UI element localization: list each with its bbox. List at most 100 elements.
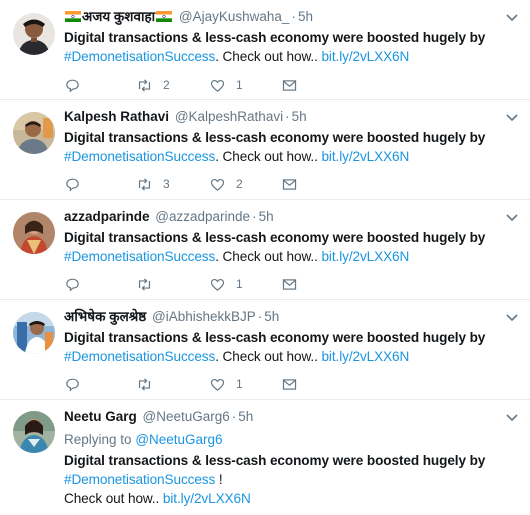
avatar[interactable] — [13, 212, 55, 254]
tweet-text-line: Digital transactions & less-cash economy… — [64, 453, 486, 468]
reply-button[interactable] — [64, 274, 81, 294]
like-button[interactable]: 1 — [209, 75, 243, 95]
tweet-text-tail: . Check out how.. — [215, 249, 318, 264]
tweet-actions: 3 2 — [64, 174, 314, 194]
user-handle[interactable]: @KalpeshRathavi — [175, 109, 283, 124]
user-handle[interactable]: @NeetuGarg6 — [143, 409, 230, 424]
user-handle[interactable]: @azzadparinde — [155, 209, 250, 224]
retweet-button[interactable] — [136, 274, 163, 294]
chevron-down-icon[interactable] — [506, 114, 518, 122]
reply-button[interactable] — [64, 174, 81, 194]
url-link[interactable]: bit.ly/2vLXX6N — [321, 149, 409, 164]
url-link[interactable]: bit.ly/2vLXX6N — [163, 491, 251, 506]
display-name[interactable]: Kalpesh Rathavi — [64, 109, 169, 124]
display-name[interactable]: अजय कुशवाहा — [82, 9, 155, 24]
reply-icon — [66, 378, 79, 391]
tweet-text: Digital transactions & less-cash economy… — [64, 451, 522, 508]
hashtag-link[interactable]: #DemonetisationSuccess — [64, 472, 215, 487]
tweet-text: Digital transactions & less-cash economy… — [64, 328, 522, 366]
tweet-header: Kalpesh Rathavi @KalpeshRathavi · 5h — [64, 108, 522, 126]
avatar[interactable] — [13, 312, 55, 354]
display-name[interactable]: Neetu Garg — [64, 409, 137, 424]
heart-icon — [210, 278, 225, 291]
like-button[interactable]: 1 — [209, 274, 243, 294]
display-name[interactable]: अभिषेक कुलश्रेष्ठ — [64, 309, 146, 324]
retweet-icon — [138, 78, 151, 92]
retweet-count: 2 — [163, 78, 170, 92]
like-count: 1 — [236, 78, 243, 92]
replying-to-handle[interactable]: @NeetuGarg6 — [135, 432, 222, 447]
like-count: 1 — [236, 377, 243, 391]
retweet-count: 3 — [163, 177, 170, 191]
hashtag-link[interactable]: #DemonetisationSuccess — [64, 249, 215, 264]
tweet[interactable]: अभिषेक कुलश्रेष्ठ @iAbhishekkBJP · 5h Digi… — [0, 300, 530, 400]
hashtag-link[interactable]: #DemonetisationSuccess — [64, 49, 215, 64]
chevron-down-icon[interactable] — [506, 314, 518, 322]
separator-dot: · — [285, 109, 290, 124]
direct-message-button[interactable] — [281, 274, 298, 294]
timestamp[interactable]: 5h — [259, 209, 274, 224]
chevron-down-icon[interactable] — [506, 14, 518, 22]
tweet-text: Digital transactions & less-cash economy… — [64, 228, 522, 266]
user-handle[interactable]: @AjayKushwaha_ — [179, 9, 290, 24]
tweet[interactable]: Kalpesh Rathavi @KalpeshRathavi · 5h Digit… — [0, 100, 530, 200]
tweet[interactable]: azzadparinde @azzadparinde · 5h Digital tr… — [0, 200, 530, 300]
separator-dot: · — [231, 409, 237, 424]
avatar[interactable] — [13, 13, 55, 55]
tweet-text-tail: ! — [215, 472, 223, 487]
tweet[interactable]: Neetu Garg @NeetuGarg6 · 5h Replying to @N… — [0, 400, 530, 515]
replying-to: Replying to @NeetuGarg6 — [64, 431, 522, 449]
reply-icon — [66, 79, 79, 92]
retweet-button[interactable]: 2 — [136, 75, 170, 95]
chevron-down-icon[interactable] — [506, 214, 518, 222]
retweet-icon — [138, 377, 151, 391]
timestamp[interactable]: 5h — [298, 9, 313, 24]
hashtag-link[interactable]: #DemonetisationSuccess — [64, 149, 215, 164]
direct-message-button[interactable] — [281, 374, 298, 394]
heart-icon — [210, 378, 225, 391]
chevron-down-icon[interactable] — [506, 414, 518, 422]
tweet-text: Digital transactions & less-cash economy… — [64, 128, 522, 166]
retweet-button[interactable]: 3 — [136, 174, 170, 194]
tweet-text-line: Digital transactions & less-cash economy… — [64, 130, 486, 145]
tweet-actions: 1 — [64, 274, 314, 294]
tweet[interactable]: अजय कुशवाहा @AjayKushwaha_ · 5h Digital tr… — [0, 0, 530, 100]
reply-button[interactable] — [64, 374, 81, 394]
url-link[interactable]: bit.ly/2vLXX6N — [321, 349, 409, 364]
hashtag-link[interactable]: #DemonetisationSuccess — [64, 349, 215, 364]
user-handle[interactable]: @iAbhishekkBJP — [152, 309, 256, 324]
url-link[interactable]: bit.ly/2vLXX6N — [321, 249, 409, 264]
like-button[interactable]: 1 — [209, 374, 243, 394]
direct-message-button[interactable] — [281, 174, 298, 194]
tweet-text-line: Digital transactions & less-cash economy… — [64, 230, 486, 245]
reply-icon — [66, 178, 79, 191]
like-count: 1 — [236, 277, 243, 291]
tweet-text: Digital transactions & less-cash economy… — [64, 28, 522, 66]
display-name[interactable]: azzadparinde — [64, 209, 150, 224]
envelope-icon — [282, 378, 297, 390]
tweet-header: अजय कुशवाहा @AjayKushwaha_ · 5h — [64, 8, 522, 26]
envelope-icon — [282, 178, 297, 190]
tweet-text-tail: . Check out how.. — [215, 149, 318, 164]
url-link[interactable]: bit.ly/2vLXX6N — [321, 49, 409, 64]
tweet-text-line: Check out how.. — [64, 491, 160, 506]
india-flag-icon — [65, 11, 81, 22]
heart-icon — [210, 79, 225, 92]
like-count: 2 — [236, 177, 243, 191]
timestamp[interactable]: 5h — [238, 409, 253, 424]
tweet-text-line: Digital transactions & less-cash economy… — [64, 30, 486, 45]
avatar[interactable] — [13, 411, 55, 453]
envelope-icon — [282, 79, 297, 91]
retweet-button[interactable] — [136, 374, 163, 394]
reply-button[interactable] — [64, 75, 81, 95]
timestamp[interactable]: 5h — [292, 109, 307, 124]
like-button[interactable]: 2 — [209, 174, 243, 194]
timestamp[interactable]: 5h — [264, 309, 279, 324]
avatar[interactable] — [13, 112, 55, 154]
direct-message-button[interactable] — [281, 75, 298, 95]
tweet-actions: 1 — [64, 374, 314, 394]
tweet-feed: अजय कुशवाहा @AjayKushwaha_ · 5h Digital tr… — [0, 0, 530, 515]
india-flag-icon — [156, 11, 173, 22]
retweet-icon — [138, 277, 151, 291]
tweet-text-tail: . Check out how.. — [215, 49, 318, 64]
